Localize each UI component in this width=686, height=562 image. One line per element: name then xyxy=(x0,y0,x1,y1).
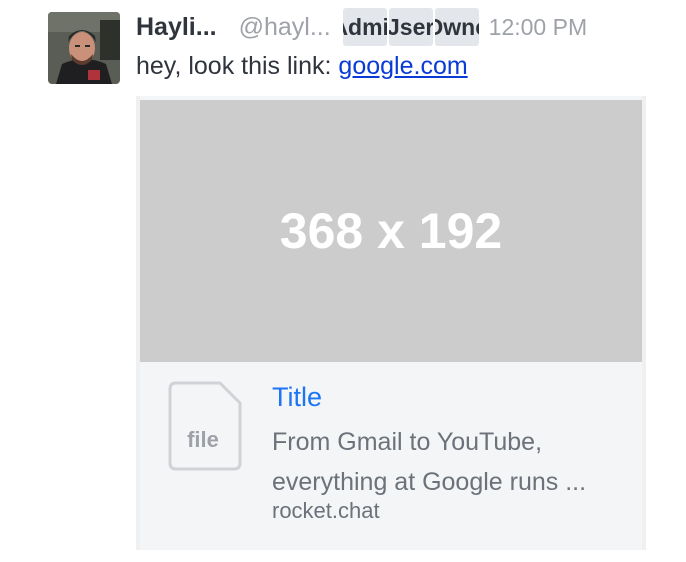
file-icon-label: file xyxy=(187,427,219,452)
role-badge-label: Jser xyxy=(388,14,433,40)
message-link[interactable]: google.com xyxy=(338,52,467,80)
preview-description-line: From Gmail to YouTube, xyxy=(272,428,543,456)
role-badge-label: Owne xyxy=(435,14,479,40)
preview-description-line: everything at Google runs ... xyxy=(272,468,587,496)
chat-message: Hayli... @hayl... Admir Jser Owne 12:00 … xyxy=(0,0,686,562)
author-name[interactable]: Hayli... xyxy=(136,13,217,42)
preview-image-placeholder-text: 368 x 192 xyxy=(279,203,503,259)
message-header: Hayli... @hayl... Admir Jser Owne 12:00 … xyxy=(136,8,587,46)
preview-image[interactable]: 368 x 192 xyxy=(140,100,642,362)
file-icon: file xyxy=(168,381,244,471)
preview-title[interactable]: Title xyxy=(272,382,322,413)
preview-description: From Gmail to YouTube, everything at Goo… xyxy=(272,422,622,502)
message-timestamp: 12:00 PM xyxy=(488,13,588,40)
preview-host: rocket.chat xyxy=(272,498,380,523)
role-badge-owner: Owne xyxy=(434,8,479,46)
message-text: hey, look this link: xyxy=(136,52,332,80)
message-body: hey, look this link: google.com xyxy=(136,52,468,81)
role-badge-admin: Admir xyxy=(342,8,387,46)
role-badge-label: Admir xyxy=(343,14,387,40)
link-preview-card: 368 x 192 file Title From Gmail to YouTu… xyxy=(136,96,646,550)
author-username[interactable]: @hayl... xyxy=(239,13,331,42)
avatar[interactable] xyxy=(48,12,120,84)
role-badge-user: Jser xyxy=(388,8,433,46)
